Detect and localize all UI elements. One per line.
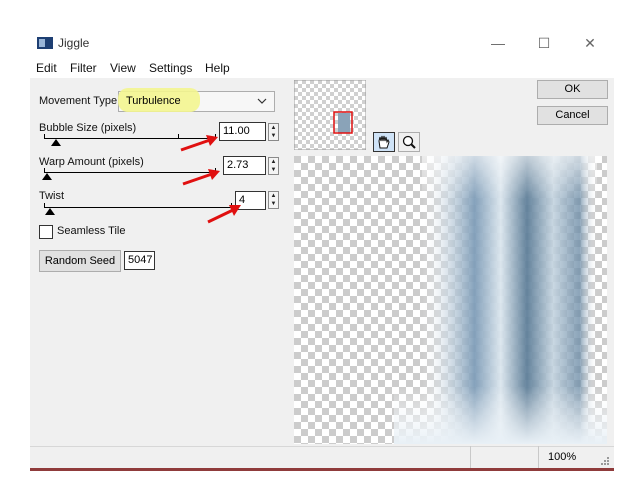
random-seed-input[interactable]: 5047 <box>124 251 155 270</box>
menu-edit[interactable]: Edit <box>36 61 57 75</box>
app-icon <box>37 37 53 49</box>
background-edge <box>30 468 614 471</box>
twist-label: Twist <box>39 190 65 202</box>
hand-icon <box>378 135 390 149</box>
slider-tick <box>44 134 45 139</box>
bubble-size-slider-thumb[interactable] <box>51 139 61 146</box>
close-button[interactable]: ✕ <box>567 30 613 56</box>
random-seed-button[interactable]: Random Seed <box>39 250 121 272</box>
preview-canvas[interactable] <box>294 156 607 444</box>
warp-amount-slider-thumb[interactable] <box>42 173 52 180</box>
warp-amount-input[interactable]: 2.73 <box>223 156 266 175</box>
movement-type-value: Turbulence <box>126 95 181 107</box>
movement-type-label: Movement Type: <box>39 95 121 107</box>
maximize-button[interactable]: ☐ <box>521 30 567 56</box>
twist-spinner[interactable]: ▲ ▼ <box>268 191 279 209</box>
resize-grip-icon[interactable] <box>598 454 610 466</box>
annotation-arrow <box>180 135 218 152</box>
navigator-thumbnail[interactable] <box>294 80 366 150</box>
warp-amount-label: Warp Amount (pixels) <box>39 156 144 168</box>
zoom-level: 100% <box>548 451 577 463</box>
chevron-down-icon[interactable] <box>257 97 267 105</box>
annotation-arrow <box>182 169 220 186</box>
menu-help[interactable]: Help <box>205 61 230 75</box>
twist-slider-track[interactable] <box>44 207 232 208</box>
annotation-arrow <box>207 205 241 224</box>
status-bar <box>30 446 614 469</box>
minimize-button[interactable]: — <box>475 30 521 56</box>
title-bar <box>0 0 642 30</box>
ok-button[interactable]: OK <box>537 80 608 99</box>
bubble-size-label: Bubble Size (pixels) <box>39 122 137 134</box>
warp-amount-spinner[interactable]: ▲ ▼ <box>268 157 279 175</box>
menu-settings[interactable]: Settings <box>149 61 192 75</box>
cancel-button[interactable]: Cancel <box>537 106 608 125</box>
bubble-size-input[interactable]: 11.00 <box>219 122 266 141</box>
menu-view[interactable]: View <box>110 61 136 75</box>
status-divider <box>538 446 539 468</box>
seamless-tile-label: Seamless Tile <box>57 225 126 237</box>
zoom-tool-button[interactable] <box>398 132 420 152</box>
bubble-size-spinner[interactable]: ▲ ▼ <box>268 123 279 141</box>
menu-filter[interactable]: Filter <box>70 61 97 75</box>
seamless-tile-checkbox[interactable] <box>39 225 53 239</box>
status-divider <box>470 446 471 468</box>
hand-tool-button[interactable] <box>373 132 395 152</box>
window-title: Jiggle <box>58 36 90 50</box>
magnifier-icon <box>402 135 416 149</box>
twist-slider-thumb[interactable] <box>45 208 55 215</box>
